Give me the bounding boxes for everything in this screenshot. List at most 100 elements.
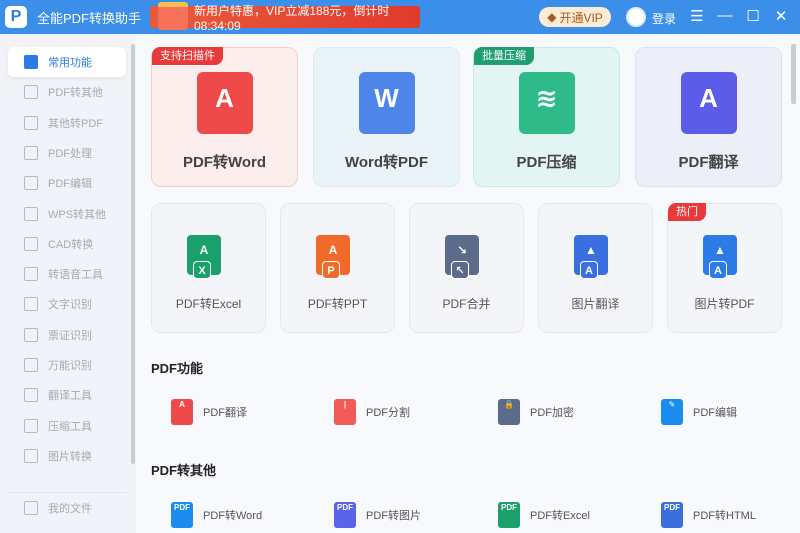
card-tag: 批量压缩: [474, 47, 534, 65]
sidebar-item-icon: [24, 448, 38, 463]
sidebar-item-label: 万能识别: [48, 360, 92, 372]
function-icon: PDF: [661, 502, 683, 528]
function-item[interactable]: PDF PDF转图片: [334, 502, 421, 528]
sidebar-item-icon: [24, 85, 38, 100]
avatar[interactable]: [626, 7, 646, 27]
main-scrollbar[interactable]: [791, 44, 796, 104]
minimize-icon[interactable]: —: [716, 7, 734, 24]
sidebar-item-label: CAD转换: [48, 238, 94, 251]
sidebar-item-label: 图片转换: [48, 450, 92, 463]
file-icon: AX: [187, 235, 221, 279]
promo-banner[interactable]: 新用户特惠，VIP立减188元，倒计时 08:34:09: [150, 2, 420, 33]
sidebar-item-icon: [24, 145, 38, 160]
sidebar-item-label: 压缩工具: [48, 420, 92, 433]
function-label: PDF转Excel: [530, 510, 590, 522]
app-logo-icon: P: [5, 6, 27, 28]
card-label: PDF转Excel: [175, 297, 242, 311]
sidebar-item[interactable]: CAD转换: [8, 229, 126, 259]
function-label: PDF加密: [530, 407, 574, 419]
sidebar-item-label: 常用功能: [48, 57, 92, 69]
sidebar-item-label: WPS转其他: [48, 208, 107, 221]
file-icon: ▲ A: [574, 235, 608, 279]
tool-card[interactable]: A P PDF转PPT: [280, 203, 395, 333]
diamond-icon: ◆: [547, 10, 557, 24]
sidebar-item-icon: [24, 358, 38, 372]
tool-card[interactable]: ▲ A 图片转PDF 热门: [667, 203, 782, 333]
card-tag: 热门: [668, 203, 706, 221]
sidebar-item[interactable]: PDF转其他: [8, 77, 126, 107]
sidebar-item-label: PDF处理: [48, 147, 92, 160]
sidebar-item-my-files[interactable]: 我的文件: [8, 493, 126, 523]
sidebar-scrollbar[interactable]: [131, 44, 135, 464]
function-icon: PDF: [334, 502, 356, 528]
sidebar-item-icon: [24, 297, 38, 312]
function-label: PDF转HTML: [693, 510, 756, 522]
sidebar-item-icon: [24, 55, 38, 69]
feature-card[interactable]: W Word转PDF: [313, 47, 460, 187]
sidebar-item[interactable]: 其他转PDF: [8, 108, 126, 138]
function-item[interactable]: PDF PDF转Excel: [498, 502, 590, 528]
file-icon: A: [680, 72, 737, 134]
gift-icon: [158, 2, 188, 30]
card-label: PDF合并: [442, 297, 491, 311]
sidebar: 我的文件 常用功能 PDF转其他其他转PDF PDF处理 PDF编辑 WPS转其他 CAD…: [0, 34, 136, 533]
vip-button[interactable]: ◆ 开通VIP: [539, 7, 611, 27]
file-icon: W: [358, 72, 415, 134]
sidebar-item-label: PDF编辑: [48, 178, 92, 191]
sidebar-item[interactable]: PDF处理: [8, 138, 126, 168]
sidebar-item[interactable]: 转语音工具: [8, 259, 126, 289]
sidebar-item-label: 票证识别: [48, 329, 92, 342]
sidebar-item-label: 翻译工具: [48, 390, 92, 403]
sidebar-item-icon: [24, 115, 38, 130]
file-icon: ≋: [518, 72, 575, 134]
tool-card[interactable]: ▲ A 图片翻译: [538, 203, 653, 333]
section-title: PDF功能: [151, 361, 204, 376]
sidebar-item[interactable]: 翻译工具: [8, 380, 126, 410]
card-label: PDF压缩: [516, 154, 577, 171]
function-item[interactable]: A PDF翻译: [171, 399, 247, 425]
sidebar-item[interactable]: PDF编辑: [8, 168, 126, 198]
sidebar-item-label: 其他转PDF: [48, 117, 103, 130]
sidebar-item[interactable]: 万能识别: [8, 350, 126, 380]
card-label: 图片转PDF: [694, 297, 755, 311]
maximize-icon[interactable]: ☐: [744, 7, 762, 25]
function-item[interactable]: PDF PDF转Word: [171, 502, 262, 528]
card-tag: 支持扫描件: [152, 47, 223, 65]
card-label: PDF转PPT: [307, 297, 368, 311]
function-item[interactable]: 🔒 PDF加密: [498, 399, 574, 425]
file-icon: AP: [316, 235, 350, 279]
title-bar: P 全能PDF转换助手 新用户特惠，VIP立减188元，倒计时 08:34:09…: [0, 0, 800, 34]
sidebar-item-label: 转语音工具: [48, 269, 103, 282]
feature-card[interactable]: ≋ PDF压缩 批量压缩: [473, 47, 620, 187]
tool-card[interactable]: ↘ ↖ PDF合并: [409, 203, 524, 333]
function-item[interactable]: PDF PDF转HTML: [661, 502, 756, 528]
function-item[interactable]: ✎ PDF编辑: [661, 399, 737, 425]
function-item[interactable]: | PDF分割: [334, 399, 410, 425]
function-icon: PDF: [498, 502, 520, 528]
card-label: PDF转Word: [182, 154, 267, 171]
sidebar-item[interactable]: 文字识别: [8, 289, 126, 319]
card-label: PDF翻译: [678, 154, 739, 171]
card-label: Word转PDF: [344, 154, 429, 171]
sidebar-item[interactable]: 压缩工具: [8, 411, 126, 441]
card-label: 图片翻译: [571, 297, 620, 311]
sidebar-item-icon: [24, 388, 38, 403]
tool-card[interactable]: A X PDF转Excel: [151, 203, 266, 333]
feature-card[interactable]: A PDF翻译: [635, 47, 782, 187]
sidebar-item[interactable]: WPS转其他: [8, 199, 126, 229]
sidebar-item[interactable]: 常用功能: [8, 47, 126, 77]
sidebar-item[interactable]: 票证识别: [8, 320, 126, 350]
menu-icon[interactable]: ☰: [688, 7, 706, 25]
function-icon: A: [171, 399, 193, 425]
sidebar-item-icon: [24, 418, 38, 433]
folder-icon: [24, 501, 38, 515]
login-button[interactable]: 登录: [652, 10, 676, 27]
sidebar-item-label: 我的文件: [48, 503, 92, 515]
sidebar-item-icon: [24, 236, 38, 251]
feature-card[interactable]: A PDF转Word 支持扫描件: [151, 47, 298, 187]
function-label: PDF转图片: [366, 510, 421, 522]
close-icon[interactable]: ✕: [772, 7, 790, 25]
file-icon: A: [196, 72, 253, 134]
sidebar-item[interactable]: 图片转换: [8, 441, 126, 471]
sidebar-item-icon: [24, 267, 38, 282]
